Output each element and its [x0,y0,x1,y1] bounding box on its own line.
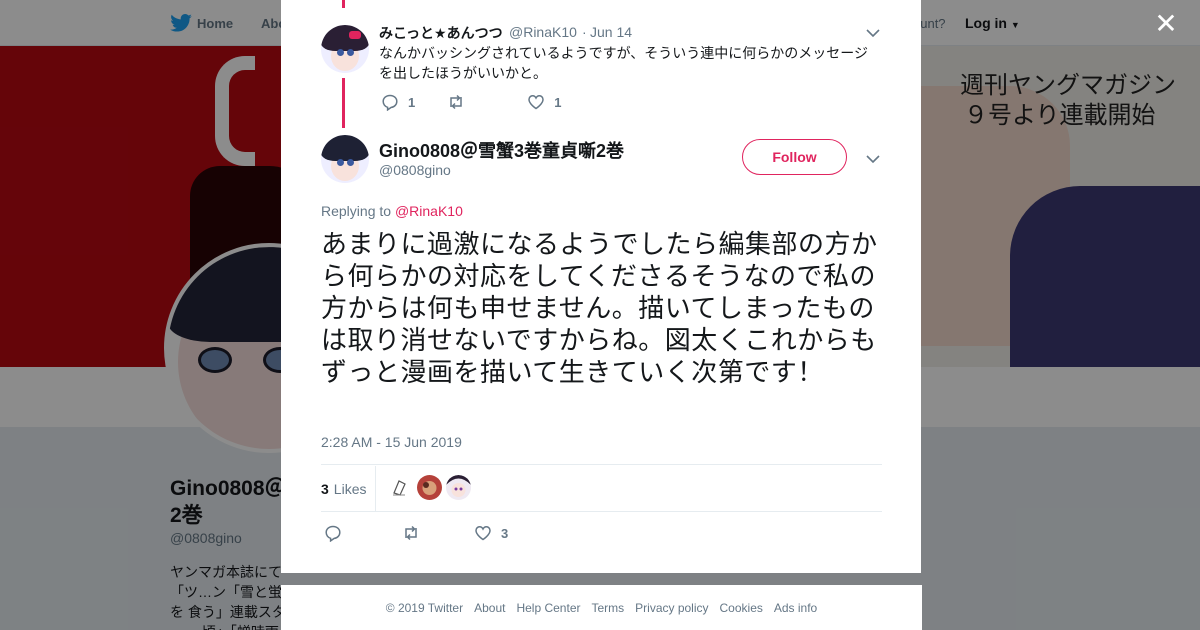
follow-button[interactable]: Follow [742,139,847,175]
reply-icon [382,94,398,111]
reply-actions: 1 1 [381,93,561,111]
avatar-eye [347,49,354,56]
replying-to-prefix: Replying to [321,203,392,219]
replying-to-link[interactable]: @RinaK10 [395,203,463,219]
reply-separator: · [582,24,587,40]
avatar-eye [337,159,344,166]
footer-link-terms[interactable]: Terms [591,601,624,615]
footer-link-cookies[interactable]: Cookies [720,601,763,615]
reply-avatar[interactable] [321,25,369,73]
tweet-author-handle[interactable]: @0808gino [379,162,451,178]
heart-icon [528,95,544,110]
likes-count: 3 [321,480,329,497]
reply-author-handle[interactable]: @RinaK10 [509,24,577,40]
thread-connector [342,0,345,8]
tweet-actions: 3 [324,524,508,542]
avatar-eye [347,159,354,166]
reply-author-name[interactable]: みこっと★あんつつ [379,23,503,43]
liker-avatar[interactable] [417,475,442,500]
reply-date[interactable]: Jun 14 [590,24,632,40]
reply-button[interactable]: 1 [381,93,415,111]
reply-text: なんかバッシングされているようですが、そういう連中に何らかのメッセージを出したほ… [379,45,869,81]
chevron-down-icon[interactable] [865,151,881,167]
retweet-icon [405,525,417,541]
avatar-hair [321,135,369,161]
tweet-avatar[interactable] [321,135,369,183]
footer-link-privacy[interactable]: Privacy policy [635,601,708,615]
footer-link-help-center[interactable]: Help Center [516,601,580,615]
heart-icon [475,526,491,541]
tweet-author-name[interactable]: Gino0808＠雪蟹3巻童貞噺2巻 [379,137,624,163]
tweet-modal: みこっと★あんつつ @RinaK10 · Jun 14 なんかバッシングされてい… [281,0,921,573]
like-count: 3 [501,525,509,541]
divider [321,464,882,465]
liker-avatar-image [446,475,471,497]
reply-icon [325,525,341,542]
footer-copyright: © 2019 Twitter [385,600,464,615]
replying-to-line: Replying to @RinaK10 [321,203,463,219]
like-button[interactable]: 1 [527,93,561,111]
liker-avatar-image [422,481,437,495]
likes-label: Likes [333,480,367,497]
footer-links: © 2019 Twitter About Help Center Terms P… [281,585,922,630]
liker-avatar[interactable] [387,475,412,500]
avatar-bow [349,31,361,39]
avatar-eye [337,49,344,56]
tweet-text: あまりに過激になるようでしたら編集部の方から何らかの対応をしてくださるそうなので… [321,229,878,387]
tweet-timestamp[interactable]: 2:28 AM - 15 Jun 2019 [321,434,462,450]
liker-avatar-image [393,480,406,496]
footer-link-about[interactable]: About [474,601,505,615]
divider [321,511,882,512]
chevron-down-icon[interactable] [865,25,881,41]
retweet-button[interactable] [402,524,420,542]
thread-connector [342,78,345,128]
retweet-button[interactable] [447,93,465,111]
reply-button[interactable] [324,524,342,542]
close-icon[interactable]: ✕ [1153,10,1179,38]
likes-stat[interactable]: 3 Likes [321,466,376,511]
retweet-icon [450,94,462,110]
like-button[interactable]: 3 [474,524,508,542]
reply-count: 1 [408,94,416,110]
footer-link-ads-info[interactable]: Ads info [774,601,817,615]
avatar-hair [321,25,369,51]
like-count: 1 [554,94,562,110]
liker-avatar[interactable] [446,475,471,500]
